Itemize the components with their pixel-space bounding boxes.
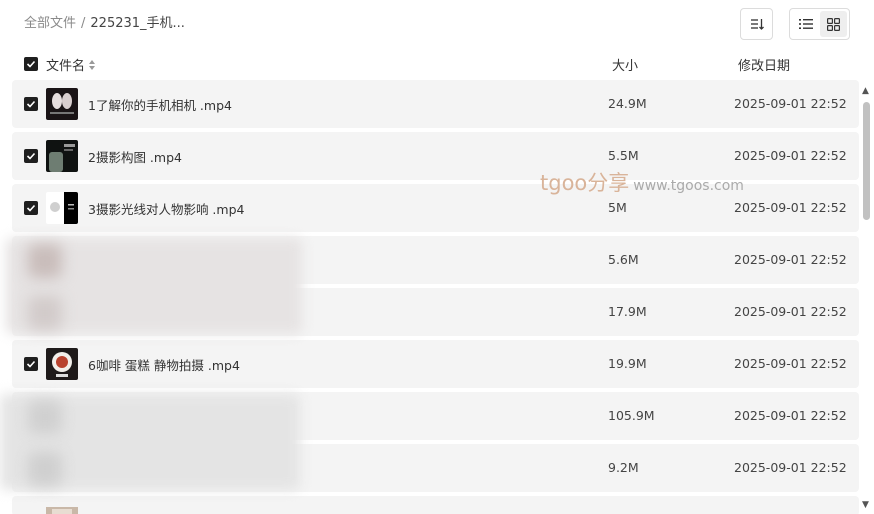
file-size: 5.5M [608,148,639,163]
redacted-area [28,452,62,486]
file-date: 2025-09-01 22:52 [734,356,847,371]
file-size: 5M [608,200,627,215]
grid-view-icon [826,17,840,31]
check-icon [26,100,36,108]
file-size: 17.9M [608,304,647,319]
file-size: 24.9M [608,96,647,111]
check-icon [26,204,36,212]
video-thumbnail [46,192,78,224]
video-thumbnail [46,348,78,380]
breadcrumb-root[interactable]: 全部文件 [24,16,76,31]
scroll-down-arrow-icon[interactable]: ▼ [862,500,869,510]
select-all-checkbox[interactable] [24,57,38,71]
file-date: 2025-09-01 22:52 [734,148,847,163]
file-size: 19.9M [608,356,647,371]
row-checkbox[interactable] [24,149,38,163]
file-date: 2025-09-01 22:52 [734,252,847,267]
file-date: 2025-09-01 22:52 [734,408,847,423]
watermark: tgoo分享 www.tgoos.com [540,167,744,197]
video-thumbnail [46,504,78,514]
video-thumbnail [46,140,78,172]
file-size: 9.2M [608,460,639,475]
table-header: 文件名 大小 修改日期 [0,52,874,76]
check-icon [26,360,36,368]
redacted-area [28,296,62,330]
video-thumbnail [46,88,78,120]
column-name-header[interactable]: 文件名 [46,55,96,74]
redacted-area [28,400,62,434]
row-checkbox[interactable] [24,201,38,215]
redacted-area [28,244,62,278]
watermark-url: www.tgoos.com [633,178,744,194]
file-name[interactable]: 2摄影构图 .mp4 [88,147,182,166]
file-name[interactable]: 3摄影光线对人物影响 .mp4 [88,199,244,218]
sort-descending-icon [750,19,764,30]
list-view-button[interactable] [792,11,820,37]
list-view-icon [798,19,813,29]
view-toggle [789,8,850,40]
check-icon [26,152,36,160]
breadcrumb-separator: / [81,16,86,31]
watermark-brand: tgoo分享 [540,171,630,195]
row-checkbox[interactable] [24,97,38,111]
check-icon [26,60,36,68]
column-date-header[interactable]: 修改日期 [738,55,790,74]
file-date: 2025-09-01 22:52 [734,304,847,319]
file-date: 2025-09-01 22:52 [734,200,847,215]
sort-toggle-icon [89,59,96,70]
grid-view-button[interactable] [819,11,847,37]
sort-button[interactable] [740,8,773,40]
file-date: 2025-09-01 22:52 [734,460,847,475]
scrollbar-thumb[interactable] [863,102,870,220]
breadcrumb-current: 225231_手机... [90,16,185,31]
file-size: 105.9M [608,408,655,423]
table-row[interactable]: 6咖啡 蛋糕 静物拍摄 .mp4 19.9M 2025-09-01 22:52 [12,340,859,388]
file-name[interactable]: 1了解你的手机相机 .mp4 [88,95,232,114]
scrollbar[interactable]: ▲ ▼ [861,86,871,510]
scroll-up-arrow-icon[interactable]: ▲ [862,86,869,96]
table-row[interactable] [12,496,859,514]
breadcrumb: 全部文件 / 225231_手机... [24,15,185,33]
file-size: 5.6M [608,252,639,267]
column-name-label: 文件名 [46,59,86,74]
file-date: 2025-09-01 22:52 [734,96,847,111]
file-browser: 全部文件 / 225231_手机... 文件名 大小 修改日期 1了解你的手机相机 … [0,0,874,514]
column-size-header[interactable]: 大小 [612,55,638,74]
file-name[interactable]: 6咖啡 蛋糕 静物拍摄 .mp4 [88,355,240,374]
table-row[interactable]: 1了解你的手机相机 .mp4 24.9M 2025-09-01 22:52 [12,80,859,128]
row-checkbox[interactable] [24,357,38,371]
